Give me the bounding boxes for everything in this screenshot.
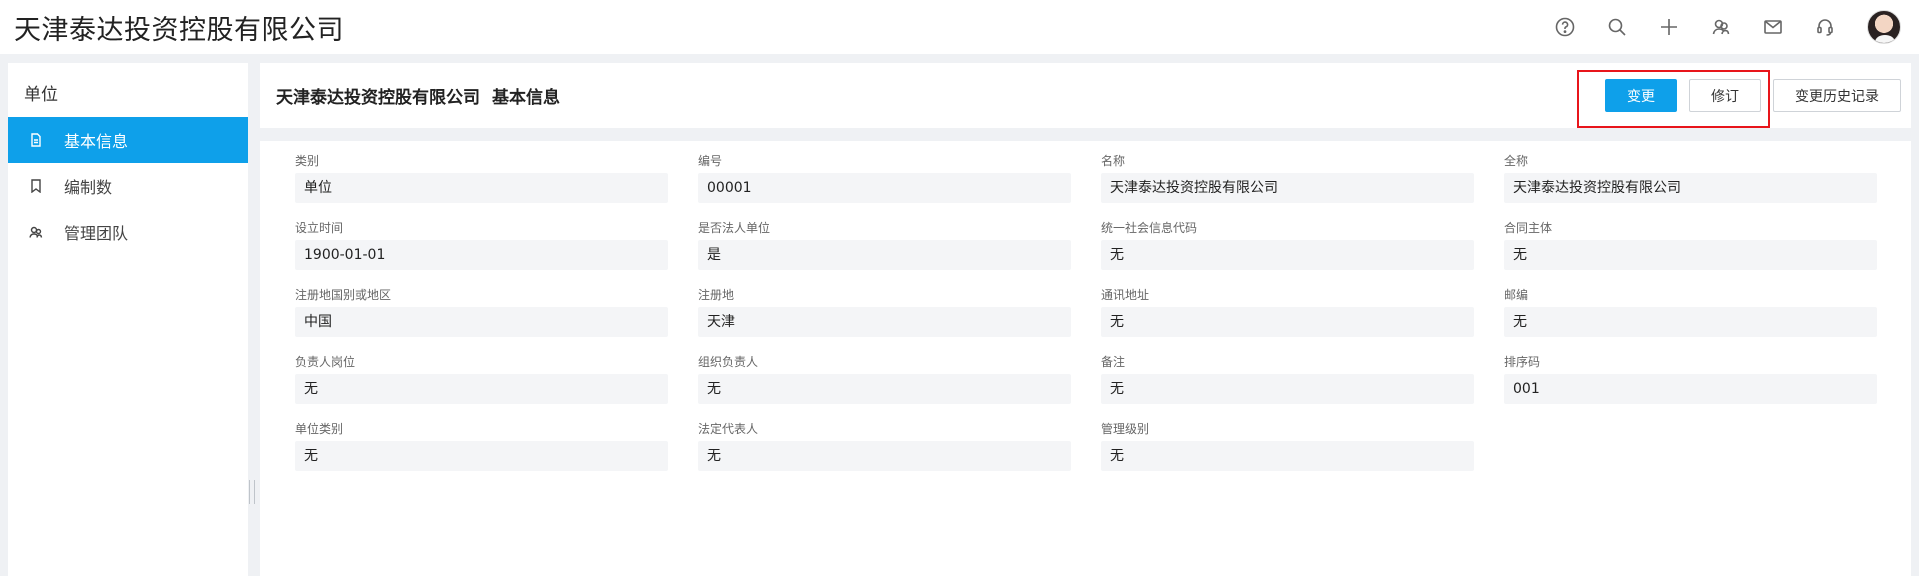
field-label: 编号 — [698, 154, 723, 168]
form-field: 组织负责人无 — [698, 354, 1071, 404]
field-value[interactable]: 001 — [1504, 374, 1877, 404]
field-value[interactable]: 中国 — [295, 307, 668, 337]
field-value[interactable]: 天津 — [698, 307, 1071, 337]
field-label: 设立时间 — [295, 221, 344, 235]
panel-resize-handle[interactable] — [249, 480, 255, 504]
field-value[interactable]: 天津泰达投资控股有限公司 — [1101, 173, 1474, 203]
sidebar-item-management-team[interactable]: 管理团队 — [8, 209, 248, 255]
form-field: 通讯地址无 — [1101, 287, 1474, 337]
top-header: 天津泰达投资控股有限公司 — [0, 0, 1919, 54]
form-field: 单位类别无 — [295, 421, 668, 471]
form-field: 名称天津泰达投资控股有限公司 — [1101, 153, 1474, 203]
form-field: 统一社会信息代码无 — [1101, 220, 1474, 270]
field-label: 名称 — [1101, 154, 1126, 168]
sidebar-item-staffing[interactable]: 编制数 — [8, 163, 248, 209]
field-label: 管理级别 — [1101, 422, 1150, 436]
form-field: 注册地国别或地区中国 — [295, 287, 668, 337]
change-button[interactable]: 变更 — [1605, 79, 1677, 112]
change-history-button[interactable]: 变更历史记录 — [1773, 79, 1901, 112]
field-label: 全称 — [1504, 154, 1529, 168]
field-label: 组织负责人 — [698, 355, 759, 369]
field-label: 注册地 — [698, 288, 735, 302]
field-label: 邮编 — [1504, 288, 1529, 302]
field-value[interactable]: 1900-01-01 — [295, 240, 668, 270]
field-label: 统一社会信息代码 — [1101, 221, 1198, 235]
help-icon[interactable] — [1539, 0, 1591, 54]
search-icon[interactable] — [1591, 0, 1643, 54]
sidebar-item-basic-info[interactable]: 基本信息 — [8, 117, 248, 163]
field-value[interactable]: 单位 — [295, 173, 668, 203]
form-field: 全称天津泰达投资控股有限公司 — [1504, 153, 1877, 203]
field-value[interactable]: 无 — [1101, 441, 1474, 471]
field-label: 单位类别 — [295, 422, 344, 436]
page-title-section: 基本信息 — [492, 88, 560, 108]
field-value[interactable]: 无 — [698, 374, 1071, 404]
field-value[interactable]: 无 — [295, 374, 668, 404]
field-label: 合同主体 — [1504, 221, 1553, 235]
field-value[interactable]: 无 — [295, 441, 668, 471]
plus-icon[interactable] — [1643, 0, 1695, 54]
field-label: 是否法人单位 — [698, 221, 771, 235]
page-title-company: 天津泰达投资控股有限公司 — [276, 88, 480, 108]
form-field: 设立时间 1900-01-01 — [295, 220, 668, 270]
field-value[interactable]: 无 — [1504, 240, 1877, 270]
form-field: 法定代表人无 — [698, 421, 1071, 471]
main-header: 天津泰达投资控股有限公司 基本信息 变更 修订 变更历史记录 — [260, 63, 1911, 128]
field-value[interactable]: 天津泰达投资控股有限公司 — [1504, 173, 1877, 203]
field-label: 通讯地址 — [1101, 288, 1150, 302]
sidebar-title: 单位 — [24, 85, 58, 105]
company-title: 天津泰达投资控股有限公司 — [14, 14, 344, 46]
revise-button[interactable]: 修订 — [1689, 79, 1761, 112]
form-field: 编号 00001 — [698, 153, 1071, 203]
user-avatar[interactable] — [1867, 10, 1901, 44]
form-field: 邮编无 — [1504, 287, 1877, 337]
field-value[interactable]: 无 — [1101, 307, 1474, 337]
field-value[interactable]: 无 — [1101, 240, 1474, 270]
form-field: 是否法人单位是 — [698, 220, 1071, 270]
field-value[interactable]: 无 — [698, 441, 1071, 471]
form-field: 负责人岗位无 — [295, 354, 668, 404]
field-value[interactable]: 无 — [1504, 307, 1877, 337]
headset-icon[interactable] — [1799, 0, 1851, 54]
page-title: 天津泰达投资控股有限公司 基本信息 — [276, 83, 560, 108]
form-field: 排序码 001 — [1504, 354, 1877, 404]
field-label: 负责人岗位 — [295, 355, 356, 369]
field-value[interactable]: 00001 — [698, 173, 1071, 203]
field-value[interactable]: 是 — [698, 240, 1071, 270]
form-field: 管理级别无 — [1101, 421, 1474, 471]
team-icon — [28, 224, 44, 240]
field-label: 注册地国别或地区 — [295, 288, 392, 302]
form-field: 注册地 天津 — [698, 287, 1071, 337]
sidebar-item-label: 管理团队 — [64, 224, 129, 243]
basic-info-form: 类别 单位 编号 00001 名称 天津泰达投资控股有限公司 全称 天津泰达投资控股有限公司设… — [260, 141, 1911, 576]
field-label: 备注 — [1101, 355, 1126, 369]
team-icon[interactable] — [1695, 0, 1747, 54]
mail-icon[interactable] — [1747, 0, 1799, 54]
field-label: 排序码 — [1504, 355, 1541, 369]
document-icon — [28, 132, 44, 148]
header-toolbar — [1539, 0, 1901, 54]
field-label: 法定代表人 — [698, 422, 759, 436]
bookmark-icon — [28, 178, 44, 194]
form-field: 类别 单位 — [295, 153, 668, 203]
sidebar-item-label: 编制数 — [64, 178, 113, 197]
form-field: 合同主体无 — [1504, 220, 1877, 270]
field-label: 类别 — [295, 154, 320, 168]
field-value[interactable]: 无 — [1101, 374, 1474, 404]
sidebar-item-label: 基本信息 — [64, 132, 129, 151]
sidebar: 单位 基本信息 编制数 管理团队 — [8, 63, 248, 576]
form-field: 备注无 — [1101, 354, 1474, 404]
